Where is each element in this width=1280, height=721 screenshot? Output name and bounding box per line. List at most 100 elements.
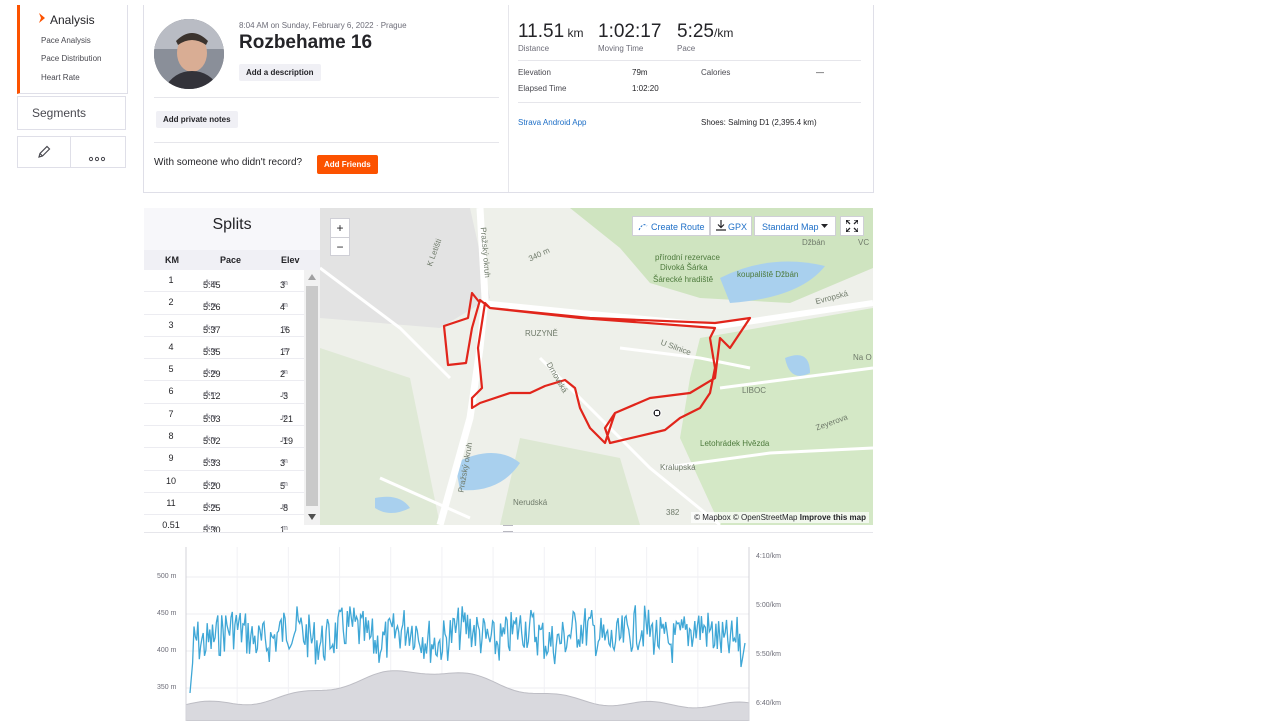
map-type-dropdown[interactable]: Standard Map [754,216,836,236]
split-km: 4 [168,341,174,352]
card-divider [508,5,509,192]
pace-value: 5:25 [677,21,714,42]
analysis-chart[interactable]: 500 m 450 m 400 m 350 m 4:10/km 5:00/km … [144,532,873,721]
split-elev-unit: m [282,436,288,444]
split-elev-unit: m [282,502,288,510]
split-row[interactable]: 7 5:03/km -21 m [144,403,304,427]
split-km: 6 [168,386,174,397]
map-label-pool: koupaliště Džbán [737,270,799,279]
sidebar-item-segments[interactable]: Segments [17,96,126,130]
distance-unit: km [567,26,584,40]
sidebar-item-pace-distribution[interactable]: Pace Distribution [41,54,101,63]
zoom-controls: + − [330,218,350,256]
map-canvas [320,208,873,525]
split-row[interactable]: 6 5:12/km -3 m [144,381,304,404]
split-row[interactable]: 5 5:29/km 2 m [144,359,304,382]
add-private-notes-button[interactable]: Add private notes [156,111,238,128]
split-pace-unit: /km [205,346,217,354]
moving-time-value: 1:02:17 [598,21,662,42]
split-row[interactable]: 11 5:25/km -8 m [144,492,304,516]
split-km: 3 [168,319,174,330]
shoes-info: Shoes: Salming D1 (2,395.4 km) [701,118,817,127]
column-header-elev: Elev [281,255,300,265]
sidebar-item-heart-rate[interactable]: Heart Rate [41,73,80,82]
elevation-value: 79m [632,68,648,77]
avatar[interactable] [154,19,224,89]
splits-panel: Splits KM Pace Elev 1 5:45/km 3 m 2 5:26/km 4 m… [144,208,320,538]
device-link[interactable]: Strava Android App [518,118,587,127]
split-row[interactable]: 9 5:33/km 3 m [144,448,304,471]
split-km: 10 [165,475,176,486]
zoom-out-button[interactable]: − [331,238,349,256]
map-attribution: © Mapbox © OpenStreetMap Improve this ma… [691,512,869,523]
split-pace-unit: /km [205,436,217,444]
sidebar-item-pace-analysis[interactable]: Pace Analysis [41,36,91,45]
divider [518,102,861,103]
add-description-button[interactable]: Add a description [239,64,321,81]
split-pace-unit: /km [205,302,217,310]
split-row[interactable]: 4 5:35/km 17 m [144,336,304,360]
split-pace-unit: /km [205,458,217,466]
split-elev-unit: m [282,391,288,399]
map-label-kralupska: Kralupská [660,463,696,472]
chevron-right-icon [21,4,47,27]
split-elev-unit: m [282,302,288,310]
column-header-pace: Pace [220,255,242,265]
sidebar-analysis-section: Analysis Pace Analysis Pace Distribution… [17,5,128,94]
friends-question: With someone who didn't record? [154,157,303,168]
split-pace-unit: /km [205,369,217,377]
fullscreen-button[interactable] [840,216,864,236]
split-row[interactable]: 10 5:20/km 5 m [144,470,304,493]
split-row[interactable]: 1 5:45/km 3 m [144,270,304,293]
gpx-label: GPX [728,222,748,232]
create-route-button[interactable]: Create Route [632,216,710,236]
split-pace-unit: /km [205,391,217,399]
splits-title: Splits [212,216,252,233]
y-left-tick: 400 m [157,647,177,654]
split-row[interactable]: 2 5:26/km 4 m [144,292,304,315]
split-pace-unit: /km [205,502,217,510]
elevation-label: Elevation [518,68,551,77]
split-row[interactable]: 3 5:37/km 16 m [144,314,304,337]
pace-stat: 5:25/km [677,21,733,43]
activity-title: Rozbehame 16 [239,32,373,53]
distance-value: 11.51 [518,21,565,42]
scrollbar-thumb[interactable] [306,286,318,506]
zoom-in-button[interactable]: + [331,219,349,238]
split-pace-unit: /km [205,480,217,488]
split-km: 9 [168,453,174,464]
improve-map-link[interactable]: Improve this map [800,513,866,522]
split-elev-unit: m [282,458,288,466]
split-km: 1 [168,275,174,285]
more-icon[interactable] [88,149,106,167]
map-attribution-text[interactable]: © Mapbox © OpenStreetMap [694,513,797,522]
split-elev-unit: m [282,346,288,354]
y-right-tick: 5:50/km [756,651,781,658]
route-map[interactable]: přírodní rezervace Divoká Šárka Šárecké … [320,208,873,525]
split-row[interactable]: 8 5:02/km -19 m [144,426,304,449]
split-pace-unit: /km [205,324,217,332]
y-left-tick: 350 m [157,684,177,691]
splits-rows: 1 5:45/km 3 m 2 5:26/km 4 m 3 5:37/km 16 m 4 5:35/km 1… [144,270,304,538]
activity-summary-card: 8:04 AM on Sunday, February 6, 2022 · Pr… [143,5,874,193]
add-friends-button[interactable]: Add Friends [317,155,378,174]
resize-handle[interactable] [503,525,513,532]
gpx-download-button[interactable]: GPX [710,216,752,236]
pace-unit: /km [713,26,734,40]
split-elev-unit: m [282,480,288,488]
divider [518,60,861,61]
sidebar-analysis-label[interactable]: Analysis [50,13,95,27]
distance-stat: 11.51 km [518,21,583,43]
divider [154,142,499,143]
splits-scrollbar[interactable] [304,270,320,525]
scroll-down-icon[interactable] [308,514,316,520]
pencil-icon[interactable] [36,144,52,165]
map-label-ruzyne: RUZYNĚ [525,329,558,338]
map-type-label: Standard Map [762,222,819,232]
map-label-vc: VC [858,238,870,247]
create-route-label: Create Route [651,222,705,232]
scroll-up-icon[interactable] [308,274,316,280]
route-icon [638,224,648,231]
split-km: 5 [168,364,174,375]
y-left-tick: 450 m [157,610,177,617]
